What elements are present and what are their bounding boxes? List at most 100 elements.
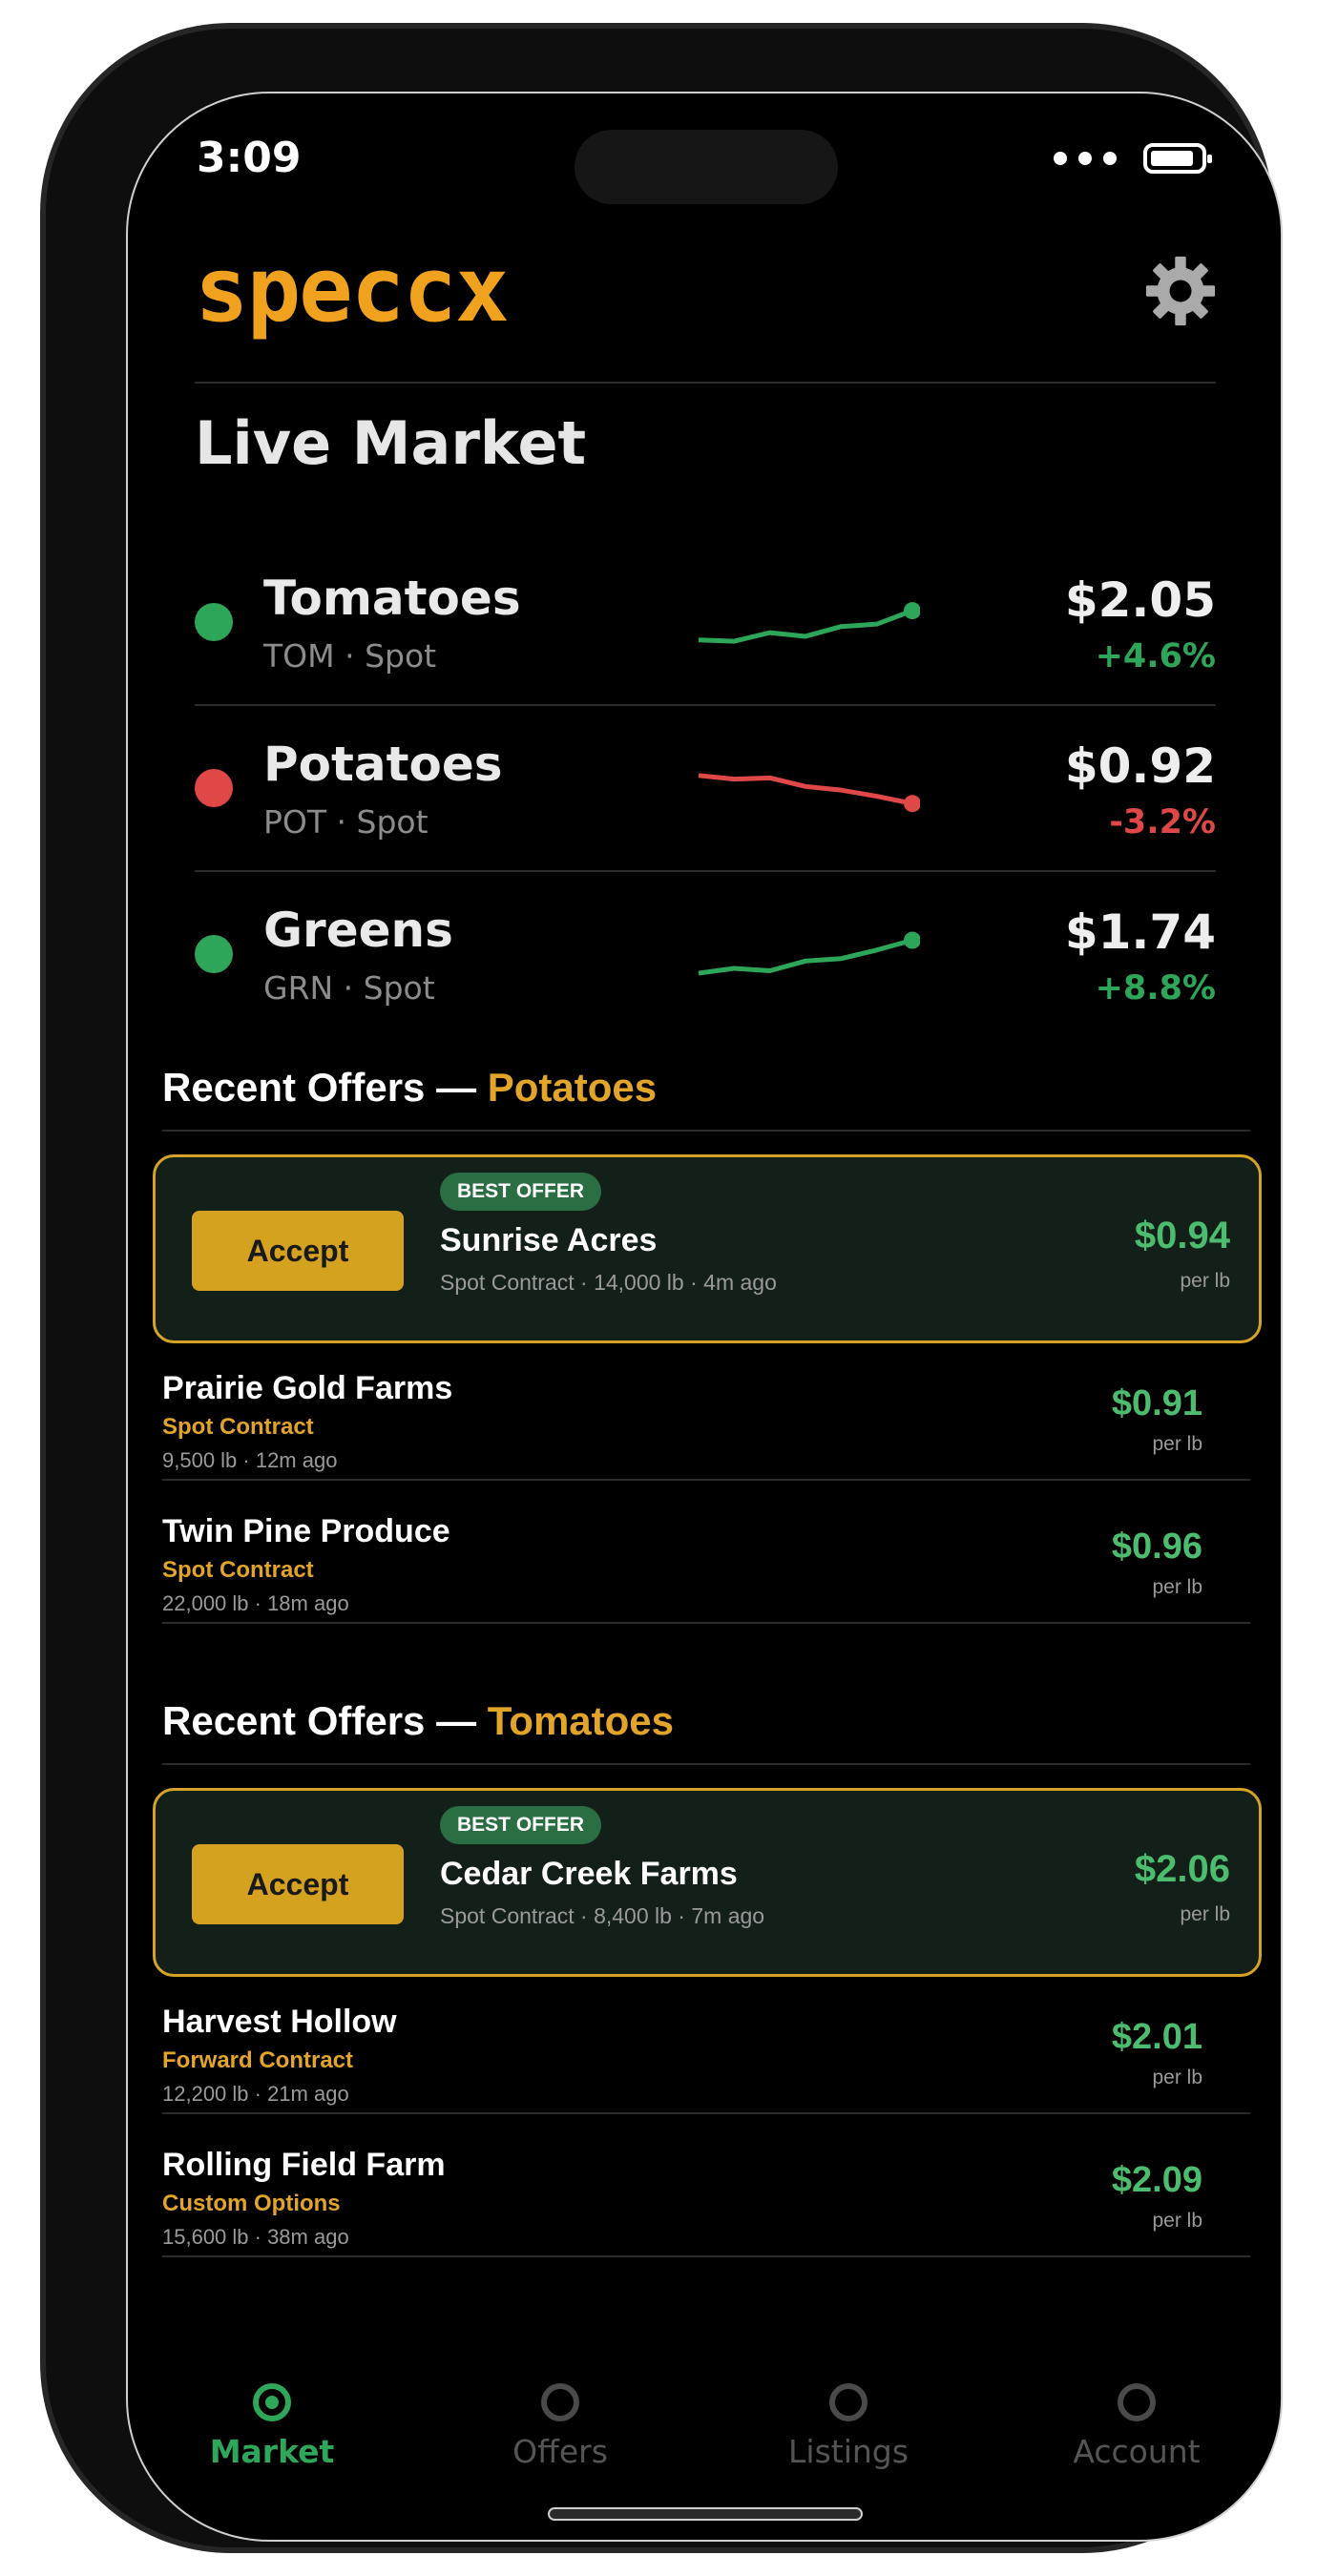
- trend-indicator: [195, 935, 233, 973]
- live-market-title: Live Market: [195, 408, 587, 478]
- best-offer-badge: BEST OFFER: [440, 1173, 602, 1211]
- phone-frame: 3:09 speccx Live Market Tomatoes TOM · S…: [40, 23, 1283, 2553]
- row-divider: [195, 704, 1216, 706]
- row-divider: [162, 2255, 1250, 2257]
- farm-name: Sunrise Acres: [440, 1222, 658, 1258]
- section-title-prefix: Recent Offers —: [162, 1065, 488, 1110]
- commodity-change: +4.6%: [1095, 637, 1216, 675]
- nav-item-market[interactable]: Market: [128, 2383, 416, 2470]
- section-title-potatoes: Recent Offers — Potatoes: [162, 1065, 657, 1111]
- best-offer-card: Accept BEST OFFER Sunrise Acres Spot Con…: [153, 1154, 1262, 1343]
- commodity-sub: GRN · Spot: [263, 969, 435, 1007]
- sparkline: [698, 931, 920, 976]
- market-row-potatoes[interactable]: Potatoes POT · Spot $0.92 -3.2%: [195, 717, 1216, 861]
- best-offer-card: Accept BEST OFFER Cedar Creek Farms Spot…: [153, 1788, 1262, 1977]
- offer-row[interactable]: Rolling Field Farm Custom Options 15,600…: [162, 2145, 1202, 2288]
- accept-button[interactable]: Accept: [192, 1844, 404, 1924]
- sparkline-path: [698, 608, 913, 644]
- commodity-price: $1.74: [1064, 904, 1216, 960]
- commodity-sub: TOM · Spot: [263, 637, 437, 675]
- commodity-change: -3.2%: [1109, 803, 1216, 841]
- signal-dots-icon: [1054, 152, 1117, 165]
- offer-unit: per lb: [1152, 2067, 1202, 2088]
- nav-label: Listings: [788, 2433, 909, 2470]
- offer-meta: 15,600 lb · 38m ago: [162, 2225, 349, 2249]
- offer-unit: per lb: [1180, 1903, 1230, 1925]
- trend-indicator: [195, 603, 233, 641]
- market-row-tomatoes[interactable]: Tomatoes TOM · Spot $2.05 +4.6%: [195, 551, 1216, 695]
- dynamic-island: [575, 130, 838, 204]
- trend-indicator: [195, 769, 233, 807]
- section-title-tomatoes: Recent Offers — Tomatoes: [162, 1698, 674, 1744]
- nav-item-offers[interactable]: Offers: [416, 2383, 704, 2470]
- bottom-nav: Market Offers Listings Account: [128, 2383, 1281, 2498]
- commodity-change: +8.8%: [1095, 969, 1216, 1008]
- section-title-highlight: Potatoes: [487, 1065, 658, 1110]
- offer-row[interactable]: Twin Pine Produce Spot Contract 22,000 l…: [162, 1511, 1202, 1654]
- sparkline: [698, 602, 920, 644]
- battery-icon: [1143, 143, 1212, 174]
- nav-label: Market: [209, 2433, 335, 2470]
- offer-meta: 9,500 lb · 12m ago: [162, 1448, 338, 1472]
- nav-item-account[interactable]: Account: [993, 2383, 1281, 2470]
- contract-type: Custom Options: [162, 2191, 341, 2216]
- sparkline-endpoint: [904, 602, 920, 620]
- offer-price: $0.94: [1134, 1215, 1230, 1257]
- market-icon: [253, 2383, 291, 2421]
- commodity-price: $2.05: [1064, 572, 1216, 628]
- row-divider: [162, 2112, 1250, 2114]
- offer-meta: 12,200 lb · 21m ago: [162, 2082, 349, 2106]
- section-divider: [162, 1130, 1250, 1132]
- nav-label: Account: [1073, 2433, 1201, 2470]
- farm-name: Prairie Gold Farms: [162, 1370, 453, 1406]
- best-offer-badge: BEST OFFER: [440, 1806, 602, 1844]
- offer-meta: Spot Contract · 14,000 lb · 4m ago: [440, 1270, 777, 1295]
- app-logo: speccx: [195, 239, 510, 343]
- offer-meta: 22,000 lb · 18m ago: [162, 1591, 349, 1615]
- nav-item-listings[interactable]: Listings: [704, 2383, 993, 2470]
- listings-icon: [829, 2383, 868, 2421]
- nav-label: Offers: [512, 2433, 608, 2470]
- commodity-name: Greens: [263, 903, 453, 958]
- offer-unit: per lb: [1180, 1270, 1230, 1292]
- row-divider: [162, 1622, 1250, 1624]
- sparkline: [698, 773, 920, 813]
- section-title-prefix: Recent Offers —: [162, 1698, 488, 1743]
- offer-unit: per lb: [1152, 1576, 1202, 1598]
- offer-price: $2.01: [1111, 2017, 1202, 2057]
- status-icons: [1054, 143, 1212, 174]
- commodity-sub: POT · Spot: [263, 803, 429, 841]
- row-divider: [162, 1479, 1250, 1481]
- offer-price: $0.96: [1111, 1527, 1202, 1567]
- status-time: 3:09: [197, 134, 302, 182]
- logo-wordmark: speccx: [195, 239, 510, 343]
- contract-type: Spot Contract: [162, 1414, 314, 1440]
- commodity-name: Tomatoes: [263, 571, 521, 626]
- offer-row[interactable]: Harvest Hollow Forward Contract 12,200 l…: [162, 2002, 1202, 2145]
- farm-name: Cedar Creek Farms: [440, 1856, 738, 1892]
- sparkline-path: [698, 938, 913, 976]
- farm-name: Twin Pine Produce: [162, 1513, 450, 1549]
- offer-price: $2.06: [1134, 1848, 1230, 1890]
- offers-icon: [541, 2383, 579, 2421]
- sparkline-endpoint: [904, 931, 920, 949]
- account-icon: [1118, 2383, 1156, 2421]
- section-divider: [162, 1763, 1250, 1765]
- offer-unit: per lb: [1152, 1433, 1202, 1455]
- farm-name: Rolling Field Farm: [162, 2147, 446, 2183]
- home-indicator[interactable]: [548, 2507, 863, 2521]
- commodity-name: Potatoes: [263, 737, 503, 792]
- offer-row[interactable]: Prairie Gold Farms Spot Contract 9,500 l…: [162, 1368, 1202, 1511]
- sparkline-endpoint: [904, 795, 920, 813]
- farm-name: Harvest Hollow: [162, 2004, 397, 2040]
- contract-type: Spot Contract: [162, 1557, 314, 1583]
- header-divider: [195, 382, 1216, 384]
- sparkline-path: [698, 773, 913, 806]
- market-row-greens[interactable]: Greens GRN · Spot $1.74 +8.8%: [195, 883, 1216, 1027]
- contract-type: Forward Contract: [162, 2047, 354, 2073]
- phone-screen: 3:09 speccx Live Market Tomatoes TOM · S…: [126, 92, 1283, 2542]
- gear-icon[interactable]: [1141, 252, 1220, 330]
- offer-unit: per lb: [1152, 2210, 1202, 2232]
- accept-button[interactable]: Accept: [192, 1211, 404, 1291]
- commodity-price: $0.92: [1064, 738, 1216, 794]
